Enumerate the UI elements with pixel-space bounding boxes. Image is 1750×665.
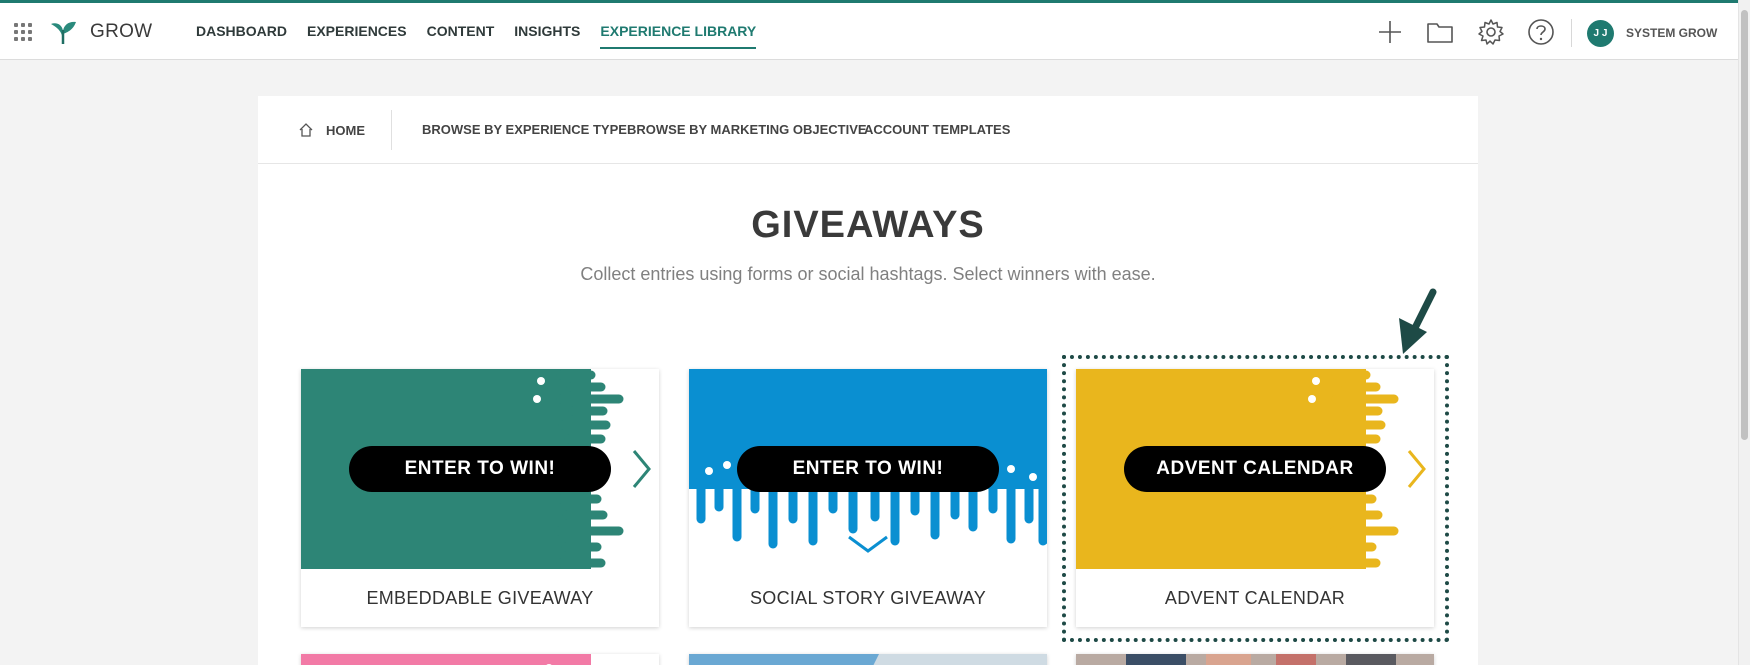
card-thumbnail	[1076, 654, 1434, 665]
card-title: EMBEDDABLE GIVEAWAY	[366, 588, 594, 608]
nav-item-insights[interactable]: INSIGHTS	[504, 3, 590, 60]
card-title: SOCIAL STORY GIVEAWAY	[749, 588, 987, 608]
highlight-box	[1062, 355, 1449, 642]
subnav-browse-by-objective[interactable]: BROWSE BY MARKETING OBJECTIVE	[627, 96, 867, 164]
card-embeddable-giveaway[interactable]: ENTER TO WIN! EMBEDDABLE GIVEAWAY	[301, 369, 659, 627]
subnav-browse-by-type[interactable]: BROWSE BY EXPERIENCE TYPE	[422, 96, 627, 164]
subnav-account-templates[interactable]: ACCOUNT TEMPLATES	[864, 96, 1010, 164]
grow-logo-icon[interactable]	[48, 18, 78, 46]
nav-item-dashboard[interactable]: DASHBOARD	[186, 3, 297, 60]
avatar[interactable]: J J	[1587, 20, 1614, 47]
card-thumbnail: ENTER TO WIN!	[689, 369, 1047, 569]
pointer-arrow-icon	[1399, 288, 1437, 354]
card-social-story-giveaway[interactable]: ENTER TO WIN! SOCIAL STORY GIVEAWAY	[689, 369, 1047, 627]
nav-item-experience-library[interactable]: EXPERIENCE LIBRARY	[590, 3, 766, 60]
nav-item-content[interactable]: CONTENT	[417, 3, 505, 60]
sub-navigation: HOME BROWSE BY EXPERIENCE TYPE BROWSE BY…	[258, 96, 1478, 164]
top-navigation-bar: GROW DASHBOARD EXPERIENCES CONTENT INSIG…	[0, 0, 1738, 60]
subnav-divider	[391, 110, 392, 150]
plus-icon[interactable]	[1376, 18, 1404, 46]
card-thumbnail: ENTER TO WIN!	[301, 369, 659, 569]
help-icon[interactable]	[1527, 18, 1555, 46]
card-art-label: ENTER TO WIN!	[737, 446, 999, 492]
folder-icon[interactable]	[1426, 18, 1454, 46]
card-row2-photo[interactable]	[1076, 654, 1434, 665]
apps-grid-icon[interactable]	[14, 23, 32, 41]
toolbar-divider	[1571, 19, 1572, 47]
page-title: GIVEAWAYS	[751, 204, 985, 246]
main-nav: DASHBOARD EXPERIENCES CONTENT INSIGHTS E…	[186, 3, 766, 60]
brand-name[interactable]: GROW	[90, 21, 152, 43]
gear-icon[interactable]	[1477, 18, 1505, 46]
home-icon	[299, 123, 313, 137]
page-scrollbar[interactable]	[1738, 0, 1750, 665]
card-thumbnail	[689, 654, 1047, 665]
home-label: HOME	[326, 122, 365, 138]
nav-item-experiences[interactable]: EXPERIENCES	[297, 3, 417, 60]
user-name[interactable]: SYSTEM GROW	[1626, 26, 1717, 40]
home-link[interactable]: HOME	[298, 96, 365, 164]
card-row2-blue[interactable]	[689, 654, 1047, 665]
scrollbar-thumb[interactable]	[1741, 10, 1748, 440]
card-thumbnail	[301, 654, 659, 665]
page-subtitle: Collect entries using forms or social ha…	[580, 264, 1156, 284]
card-row2-pink[interactable]	[301, 654, 659, 665]
card-art-label: ENTER TO WIN!	[349, 446, 611, 492]
